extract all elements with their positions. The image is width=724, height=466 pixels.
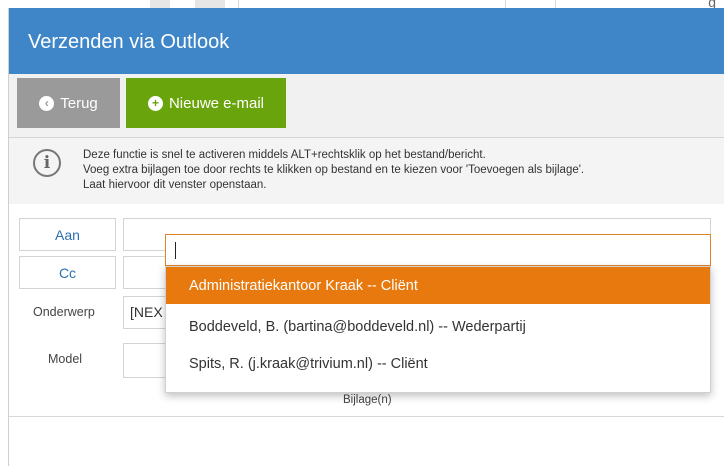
subject-label: Onderwerp [33,305,95,319]
dialog-title: Verzenden via Outlook [28,31,230,53]
info-line: Voeg extra bijlagen toe door rechts te k… [83,164,585,176]
info-panel: i Deze functie is snel te activeren midd… [9,138,724,204]
divider [9,416,724,417]
info-line: Deze functie is snel te activeren middel… [83,149,486,161]
subject-value: [NEX [130,304,163,320]
attachments-label: Bijlage(n) [343,394,392,406]
chevron-left-circle-icon: ‹ [39,95,55,111]
to-button[interactable]: Aan [19,218,116,251]
plus-circle-icon: + [147,95,163,111]
suggestion-item[interactable]: Spits, R. (j.kraak@trivium.nl) -- Cliënt [166,345,710,382]
info-icon: i [33,149,61,177]
new-email-button-label: Nieuwe e-mail [168,94,265,112]
suggestion-item[interactable]: Administratiekantoor Kraak -- Cliënt [166,267,710,304]
info-line: Laat hiervoor dit venster openstaan. [83,179,267,191]
dialog-titlebar: Verzenden via Outlook [9,8,724,74]
cc-button[interactable]: Cc [19,256,116,289]
suggestion-item[interactable]: Boddeveld, B. (bartina@boddeveld.nl) -- … [166,308,710,345]
toolbar: ‹ Terug + Nieuwe e-mail [9,74,724,138]
background-window-strip: g [0,0,724,10]
recipient-suggestions: Administratiekantoor Kraak -- Cliënt Bod… [165,266,711,393]
text-caret [175,242,176,259]
send-via-outlook-dialog: Verzenden via Outlook ‹ Terug + Nieuwe e… [8,8,724,466]
info-text: Deze functie is snel te activeren middel… [83,148,703,193]
back-button-label: Terug [60,94,98,112]
back-button[interactable]: ‹ Terug [17,78,120,128]
model-label: Model [48,352,83,366]
recipient-search-input[interactable] [165,234,711,266]
new-email-button[interactable]: + Nieuwe e-mail [126,78,286,128]
